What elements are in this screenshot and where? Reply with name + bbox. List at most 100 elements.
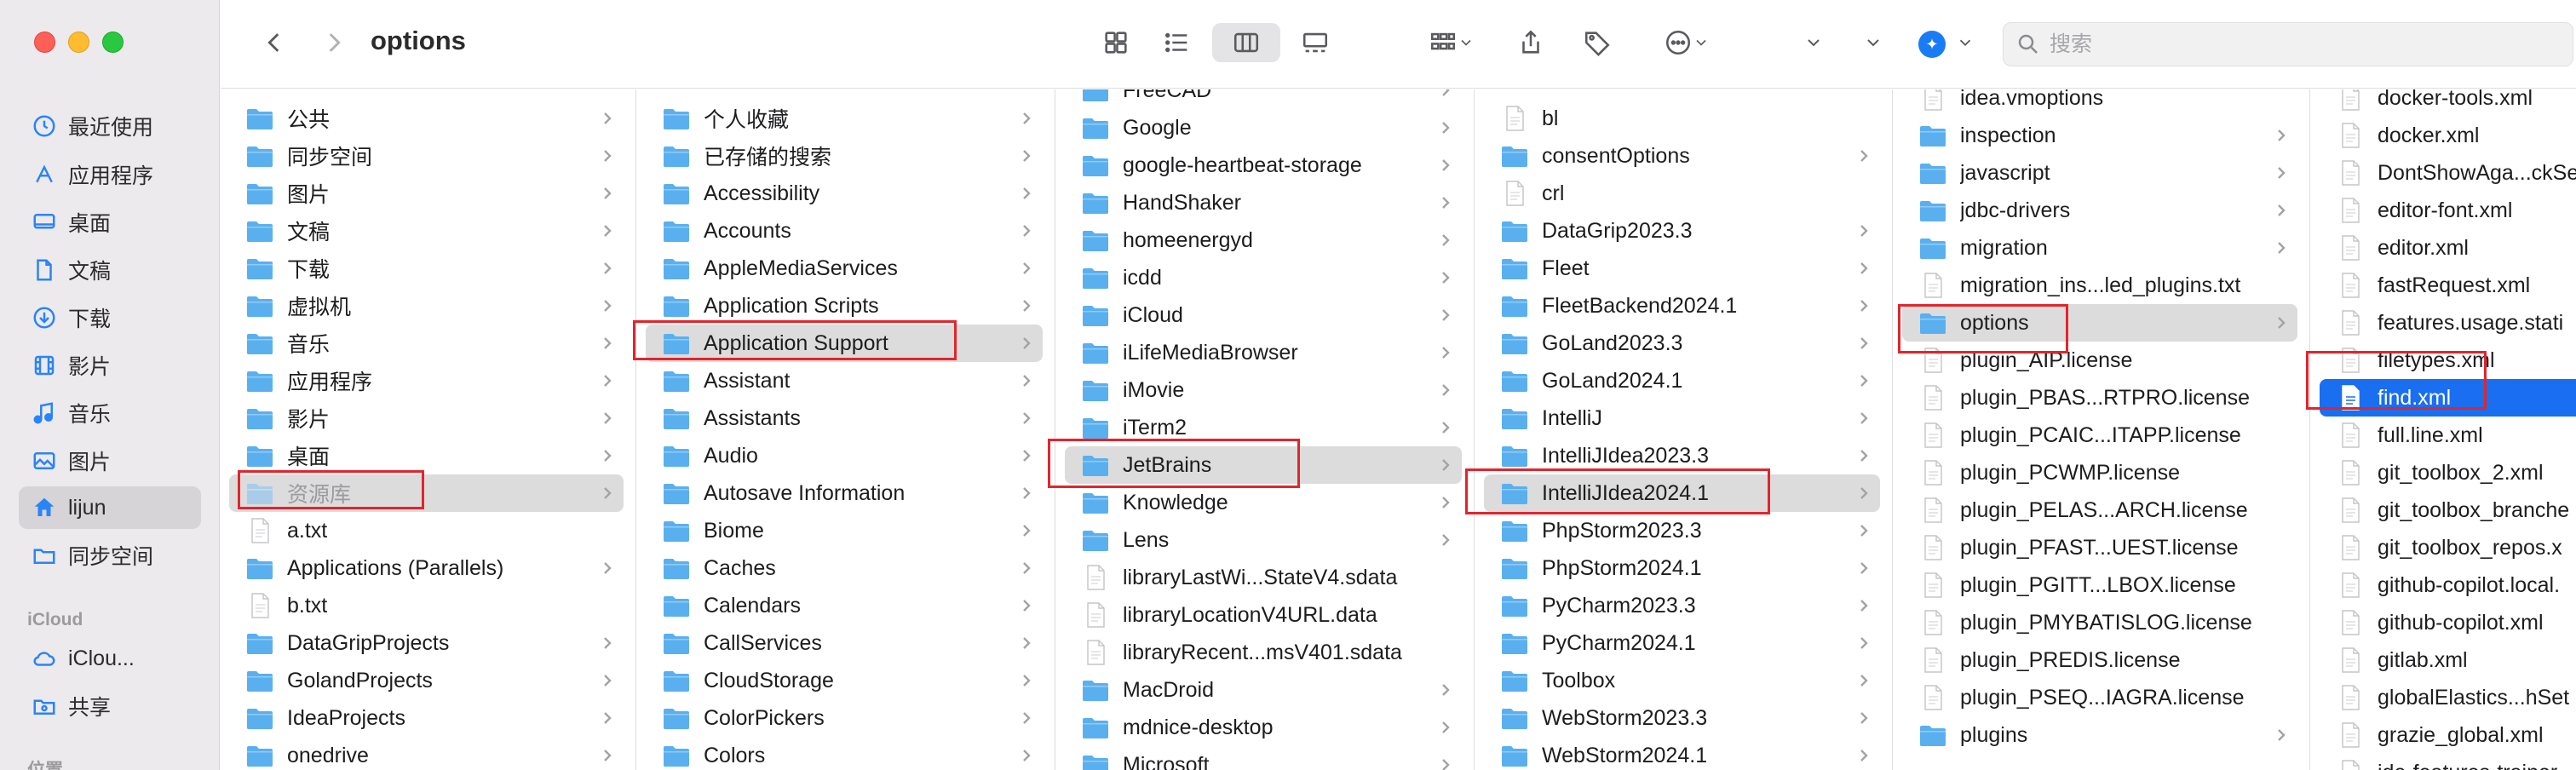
file-row[interactable]: DontShowAga...ckSe	[2311, 154, 2576, 192]
folder-row[interactable]: plugins	[1894, 716, 2309, 754]
folder-row[interactable]: Google	[1056, 109, 1474, 147]
file-row[interactable]: github-copilot.xml	[2311, 604, 2576, 641]
sidebar-item-desktop[interactable]: 桌面	[19, 201, 201, 244]
file-row[interactable]: git_toolbox_branche	[2311, 491, 2576, 529]
toolbar-overflow-button[interactable]	[1797, 23, 1831, 62]
folder-row[interactable]: 下载	[221, 250, 635, 287]
folder-row[interactable]: 资源库	[221, 474, 635, 512]
browser-column-3[interactable]: FreeCAD Google google-heartbeat-storage Han…	[1056, 89, 1475, 770]
file-row[interactable]: ide-features-trainer.	[2311, 754, 2576, 770]
folder-row[interactable]: 公共	[221, 100, 635, 137]
group-by-button[interactable]	[1413, 23, 1490, 62]
folder-row[interactable]: javascript	[1894, 154, 2309, 192]
folder-row[interactable]: Microsoft	[1056, 746, 1474, 770]
sidebar-item-recents[interactable]: 最近使用	[19, 105, 201, 147]
more-actions-button[interactable]	[1648, 23, 1725, 62]
file-row[interactable]: plugin_AIP.license	[1894, 342, 2309, 379]
search-field[interactable]	[2003, 22, 2573, 66]
folder-row[interactable]: PhpStorm2024.1	[1475, 549, 1892, 587]
gallery-view-button[interactable]	[1289, 23, 1342, 62]
folder-row[interactable]: IntelliJIdea2023.3	[1475, 437, 1892, 474]
file-row[interactable]: full.line.xml	[2311, 417, 2576, 454]
folder-row[interactable]: Application Scripts	[637, 287, 1055, 325]
browser-column-2[interactable]: 个人收藏 已存储的搜索 Accessibility Accounts AppleMedi…	[637, 89, 1055, 770]
file-row[interactable]: b.txt	[221, 587, 635, 624]
file-row[interactable]: libraryRecent...msV401.sdata	[1056, 634, 1474, 671]
folder-row[interactable]: 桌面	[221, 437, 635, 474]
folder-row[interactable]: Lens	[1056, 521, 1474, 559]
folder-row[interactable]: FreeCAD	[1056, 89, 1474, 109]
file-row[interactable]: bl	[1475, 100, 1892, 137]
sidebar-item-icloud-drive[interactable]: iClou...	[19, 637, 201, 680]
file-row[interactable]: crl	[1475, 175, 1892, 212]
folder-row[interactable]: google-heartbeat-storage	[1056, 147, 1474, 184]
folder-row[interactable]: options	[1894, 304, 2309, 342]
file-row[interactable]: plugin_PREDIS.license	[1894, 641, 2309, 679]
sidebar-item-shared[interactable]: 共享	[19, 685, 201, 727]
folder-row[interactable]: JetBrains	[1056, 446, 1474, 484]
folder-row[interactable]: 应用程序	[221, 362, 635, 399]
folder-row[interactable]: homeenergyd	[1056, 221, 1474, 259]
sidebar-item-pictures[interactable]: 图片	[19, 440, 201, 482]
folder-row[interactable]: iCloud	[1056, 296, 1474, 334]
folder-row[interactable]: Assistant	[637, 362, 1055, 399]
folder-row[interactable]: 图片	[221, 175, 635, 212]
zoom-window-button[interactable]	[102, 32, 124, 53]
file-row[interactable]: plugin_PELAS...ARCH.license	[1894, 491, 2309, 529]
sidebar-item-downloads[interactable]: 下载	[19, 296, 201, 339]
icon-view-button[interactable]	[1090, 23, 1142, 62]
file-row[interactable]: libraryLastWi...StateV4.sdata	[1056, 559, 1474, 596]
file-row[interactable]: globalElastics...hSet	[2311, 679, 2576, 716]
folder-row[interactable]: Calendars	[637, 587, 1055, 624]
folder-row[interactable]: PyCharm2023.3	[1475, 587, 1892, 624]
folder-row[interactable]: 音乐	[221, 325, 635, 362]
list-view-button[interactable]	[1151, 23, 1204, 62]
folder-row[interactable]: 虚拟机	[221, 287, 635, 325]
folder-row[interactable]: Applications (Parallels)	[221, 549, 635, 587]
folder-row[interactable]: Toolbox	[1475, 662, 1892, 699]
folder-row[interactable]: 同步空间	[221, 137, 635, 175]
folder-row[interactable]: Assistants	[637, 399, 1055, 437]
folder-row[interactable]: icdd	[1056, 259, 1474, 296]
folder-row[interactable]: 文稿	[221, 212, 635, 250]
folder-row[interactable]: Application Support	[637, 325, 1055, 362]
file-row[interactable]: gitlab.xml	[2311, 641, 2576, 679]
folder-row[interactable]: iMovie	[1056, 371, 1474, 409]
folder-row[interactable]: PyCharm2024.1	[1475, 624, 1892, 662]
folder-row[interactable]: inspection	[1894, 117, 2309, 154]
file-row[interactable]: editor.xml	[2311, 229, 2576, 267]
file-row[interactable]: plugin_PMYBATISLOG.license	[1894, 604, 2309, 641]
sidebar-item-movies[interactable]: 影片	[19, 344, 201, 387]
folder-row[interactable]: WebStorm2024.1	[1475, 737, 1892, 770]
file-row[interactable]: a.txt	[221, 512, 635, 549]
file-row[interactable]: editor-font.xml	[2311, 192, 2576, 229]
folder-row[interactable]: AppleMediaServices	[637, 250, 1055, 287]
folder-row[interactable]: jdbc-drivers	[1894, 192, 2309, 229]
forward-button[interactable]	[314, 23, 354, 62]
folder-row[interactable]: GoLand2023.3	[1475, 325, 1892, 362]
folder-row[interactable]: MacDroid	[1056, 671, 1474, 709]
folder-row[interactable]: mdnice-desktop	[1056, 709, 1474, 746]
folder-row[interactable]: Biome	[637, 512, 1055, 549]
file-row[interactable]: idea.vmoptions	[1894, 89, 2309, 117]
folder-row[interactable]: onedrive	[221, 737, 635, 770]
folder-row[interactable]: Autosave Information	[637, 474, 1055, 512]
file-row[interactable]: libraryLocationV4URL.data	[1056, 596, 1474, 634]
folder-row[interactable]: consentOptions	[1475, 137, 1892, 175]
folder-row[interactable]: GoLand2024.1	[1475, 362, 1892, 399]
folder-row[interactable]: FleetBackend2024.1	[1475, 287, 1892, 325]
folder-row[interactable]: Audio	[637, 437, 1055, 474]
file-row[interactable]: plugin_PCAIC...ITAPP.license	[1894, 417, 2309, 454]
file-row[interactable]: migration_ins...led_plugins.txt	[1894, 267, 2309, 304]
folder-row[interactable]: iTerm2	[1056, 409, 1474, 446]
folder-row[interactable]: Knowledge	[1056, 484, 1474, 521]
folder-row[interactable]: ColorPickers	[637, 699, 1055, 737]
file-row[interactable]: filetypes.xml	[2311, 342, 2576, 379]
folder-row[interactable]: migration	[1894, 229, 2309, 267]
folder-row[interactable]: 影片	[221, 399, 635, 437]
file-row[interactable]: docker-tools.xml	[2311, 89, 2576, 117]
sidebar-item-applications[interactable]: 应用程序	[19, 153, 201, 196]
file-row[interactable]: plugin_PFAST...UEST.license	[1894, 529, 2309, 566]
file-row[interactable]: features.usage.stati	[2311, 304, 2576, 342]
folder-row[interactable]: Fleet	[1475, 250, 1892, 287]
